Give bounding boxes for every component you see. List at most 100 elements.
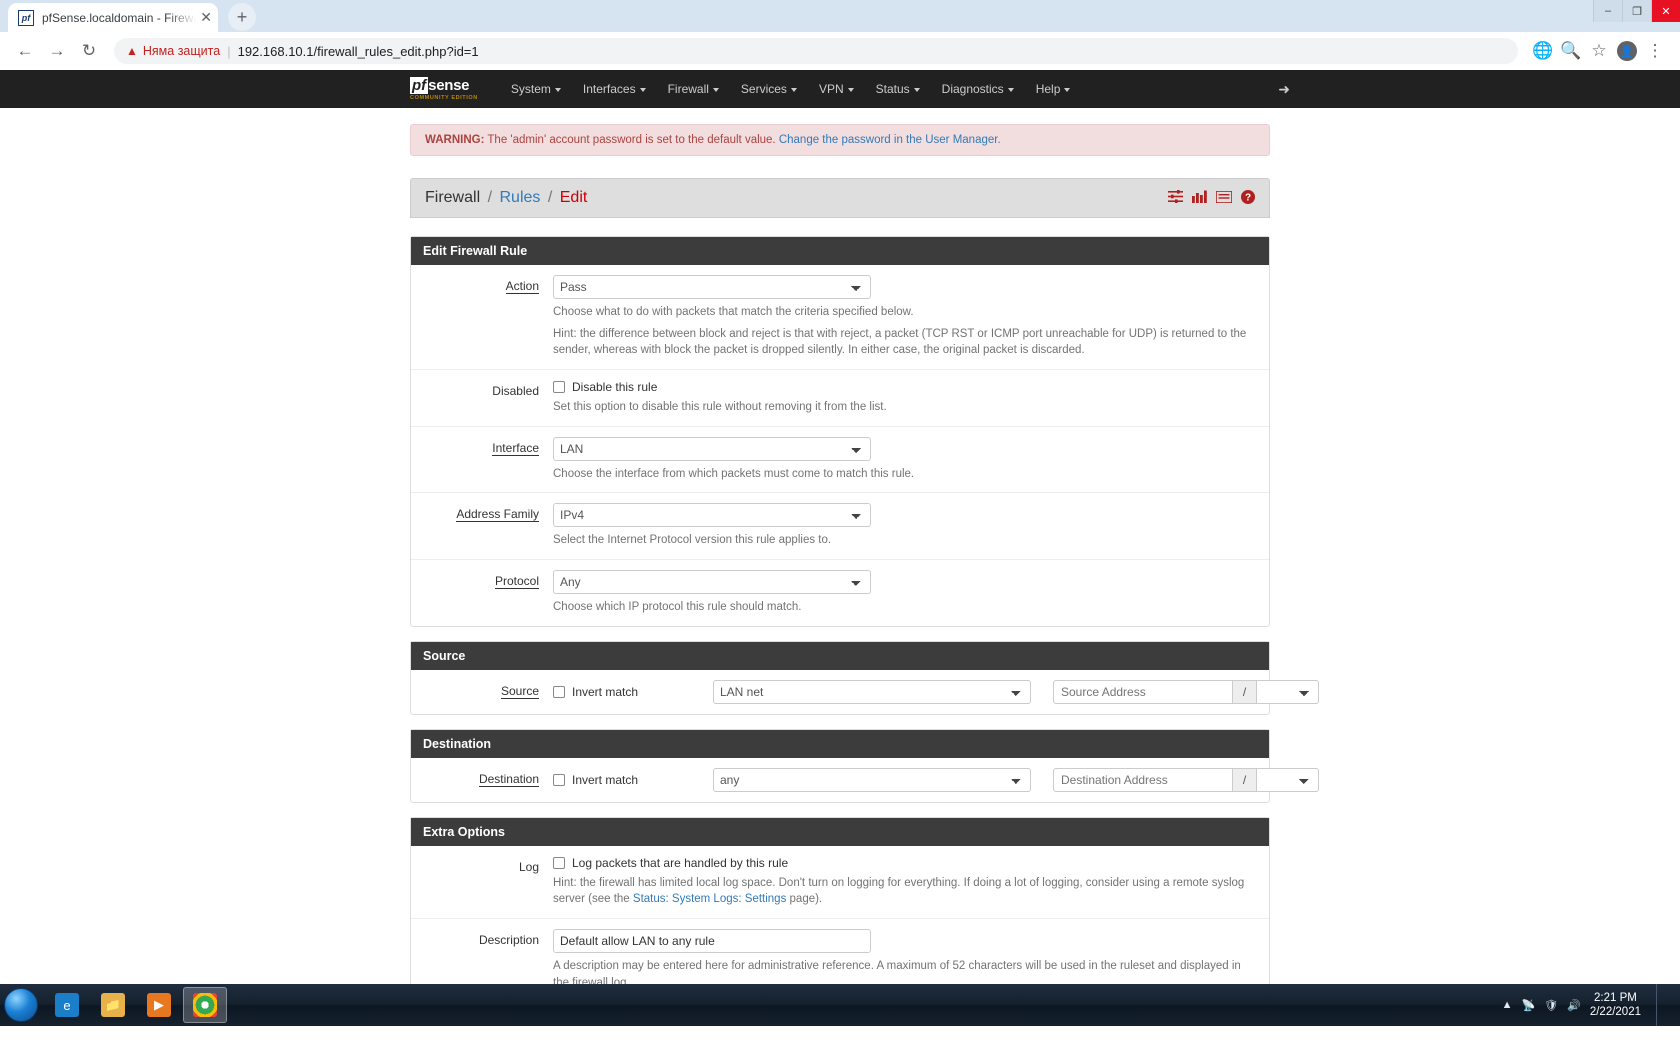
protocol-select[interactable]: Any bbox=[553, 570, 871, 595]
avatar[interactable]: 👤 bbox=[1614, 38, 1640, 64]
window-close-icon[interactable]: ✕ bbox=[1651, 0, 1680, 22]
action-select[interactable]: Pass bbox=[553, 275, 871, 299]
explorer-icon: 📁 bbox=[101, 993, 125, 1017]
search-icon[interactable]: 🔍 bbox=[1558, 38, 1584, 64]
breadcrumb-actions: ? bbox=[1168, 189, 1255, 207]
source-cidr-select[interactable] bbox=[1257, 679, 1319, 704]
breadcrumb-rules-link[interactable]: Rules bbox=[499, 189, 540, 206]
source-panel: Source Source Invert match LAN net / bbox=[410, 640, 1319, 715]
system-tray: ▲ 📡 🛡 🔊 2:21 PM 2/22/2021 bbox=[1502, 984, 1676, 1026]
address-bar[interactable]: ▲ Няма защита | 192.168.10.1/firewall_ru… bbox=[114, 38, 1518, 64]
translate-icon[interactable]: 🌐 bbox=[1530, 38, 1556, 64]
network-icon[interactable]: 📡 bbox=[1521, 999, 1535, 1012]
address-family-select[interactable]: IPv4 bbox=[553, 503, 871, 528]
pfsense-navbar: pf sense COMMUNITY EDITION System Interf… bbox=[0, 70, 1680, 108]
minimize-icon[interactable]: – bbox=[1593, 0, 1622, 22]
protocol-help: Choose which IP protocol this rule shoul… bbox=[553, 601, 802, 614]
panel-title-extra: Extra Options bbox=[411, 817, 1269, 846]
browser-tab[interactable]: pf pfSense.localdomain - Firewall: R ✕ bbox=[8, 3, 218, 32]
pfsense-page: pf sense COMMUNITY EDITION System Interf… bbox=[0, 70, 1680, 1026]
chrome-icon bbox=[193, 993, 217, 1017]
taskbar-item-chrome[interactable] bbox=[183, 987, 227, 1023]
nav-item-firewall[interactable]: Firewall bbox=[657, 82, 730, 96]
forward-icon[interactable]: → bbox=[44, 38, 70, 64]
protocol-label: Protocol bbox=[494, 574, 539, 590]
destination-invert-checkbox[interactable] bbox=[553, 773, 565, 786]
taskbar-item-media-player[interactable]: ▶ bbox=[137, 987, 181, 1023]
taskbar-item-ie[interactable]: e bbox=[45, 987, 89, 1023]
back-icon[interactable]: ← bbox=[12, 38, 38, 64]
nav-item-vpn[interactable]: VPN bbox=[808, 82, 865, 96]
browser-tabstrip: pf pfSense.localdomain - Firewall: R ✕ +… bbox=[0, 0, 1680, 32]
new-tab-button[interactable]: + bbox=[228, 3, 256, 31]
nav-item-help[interactable]: Help bbox=[1025, 82, 1082, 96]
interface-select[interactable]: LAN bbox=[553, 436, 871, 461]
log-label: Log bbox=[518, 859, 539, 874]
security-indicator[interactable]: ▲ Няма защита bbox=[126, 44, 220, 58]
breadcrumb-root: Firewall bbox=[425, 189, 481, 206]
sliders-icon[interactable] bbox=[1168, 190, 1183, 206]
nav-item-diagnostics[interactable]: Diagnostics bbox=[931, 82, 1025, 96]
breadcrumb: Firewall / Rules / Edit bbox=[425, 189, 587, 207]
shield-icon[interactable]: 🛡 bbox=[1544, 999, 1558, 1012]
taskbar-item-explorer[interactable]: 📁 bbox=[91, 987, 135, 1023]
destination-cidr-select[interactable] bbox=[1257, 767, 1319, 792]
disable-rule-checkbox[interactable] bbox=[553, 381, 565, 394]
action-row: Action Pass Choose what to do with packe… bbox=[411, 265, 1269, 371]
destination-address-input[interactable] bbox=[1053, 767, 1233, 792]
source-address-input[interactable] bbox=[1053, 679, 1233, 704]
nav-item-services[interactable]: Services bbox=[730, 82, 808, 96]
close-icon[interactable]: ✕ bbox=[200, 9, 212, 26]
source-type-select[interactable]: LAN net bbox=[713, 679, 1031, 704]
media-player-icon: ▶ bbox=[147, 993, 171, 1017]
tab-title: pfSense.localdomain - Firewall: R bbox=[42, 10, 196, 25]
destination-type-select[interactable]: any bbox=[713, 767, 1031, 792]
chevron-down-icon bbox=[554, 87, 561, 92]
source-invert-checkbox[interactable] bbox=[553, 685, 565, 698]
change-password-link[interactable]: Change the password in the User Manager. bbox=[779, 134, 1001, 146]
panel-title-destination: Destination bbox=[411, 729, 1269, 758]
taskbar-clock[interactable]: 2:21 PM 2/22/2021 bbox=[1590, 991, 1641, 1020]
window-controls: – ❐ ✕ bbox=[1593, 0, 1680, 22]
help-circle-icon[interactable]: ? bbox=[1241, 189, 1255, 207]
pfsense-logo[interactable]: pf sense COMMUNITY EDITION bbox=[410, 77, 478, 101]
destination-invert-wrap[interactable]: Invert match bbox=[553, 773, 713, 787]
log-checkbox-wrap[interactable]: Log packets that are handled by this rul… bbox=[553, 856, 1255, 870]
chrome-menu-icon[interactable]: ⋮ bbox=[1642, 38, 1668, 64]
maximize-icon[interactable]: ❐ bbox=[1622, 0, 1651, 22]
panel-title-source: Source bbox=[411, 641, 1269, 670]
volume-icon[interactable]: 🔊 bbox=[1567, 999, 1581, 1012]
address-family-help: Select the Internet Protocol version thi… bbox=[553, 534, 832, 547]
destination-slash-separator: / bbox=[1233, 767, 1257, 792]
disable-rule-checkbox-wrap[interactable]: Disable this rule bbox=[553, 380, 1255, 394]
source-label: Source bbox=[500, 683, 539, 699]
chevron-down-icon bbox=[1007, 87, 1014, 92]
disable-rule-label: Disable this rule bbox=[572, 380, 658, 395]
nav-item-interfaces[interactable]: Interfaces bbox=[572, 82, 657, 96]
nav-item-status[interactable]: Status bbox=[865, 82, 931, 96]
address-family-row: Address Family IPv4 Select the Internet … bbox=[411, 493, 1269, 561]
star-icon[interactable]: ☆ bbox=[1586, 38, 1612, 64]
source-invert-label: Invert match bbox=[572, 684, 639, 699]
nav-item-system[interactable]: System bbox=[500, 82, 572, 96]
source-row: Source Invert match LAN net / bbox=[411, 670, 1319, 714]
chevron-down-icon bbox=[639, 87, 646, 92]
list-icon[interactable] bbox=[1215, 189, 1233, 206]
log-checkbox[interactable] bbox=[553, 856, 565, 869]
show-desktop-button[interactable] bbox=[1656, 984, 1668, 1026]
description-input[interactable] bbox=[553, 929, 871, 954]
start-orb-icon[interactable] bbox=[4, 988, 38, 1022]
reload-icon[interactable]: ↻ bbox=[76, 38, 102, 64]
warning-prefix: WARNING: bbox=[425, 134, 485, 146]
source-invert-wrap[interactable]: Invert match bbox=[553, 685, 713, 699]
system-logs-settings-link[interactable]: Status: System Logs: Settings bbox=[633, 893, 786, 905]
tray-arrow-icon[interactable]: ▲ bbox=[1502, 999, 1513, 1011]
logout-icon[interactable]: ➜ bbox=[1278, 81, 1290, 98]
chevron-down-icon bbox=[913, 87, 920, 92]
description-label: Description bbox=[478, 933, 539, 948]
logo-edition: COMMUNITY EDITION bbox=[410, 95, 478, 101]
logo-sense-text: sense bbox=[428, 77, 470, 94]
destination-label: Destination bbox=[478, 771, 539, 787]
chart-bar-icon[interactable] bbox=[1192, 190, 1207, 206]
protocol-row: Protocol Any Choose which IP protocol th… bbox=[411, 560, 1269, 626]
